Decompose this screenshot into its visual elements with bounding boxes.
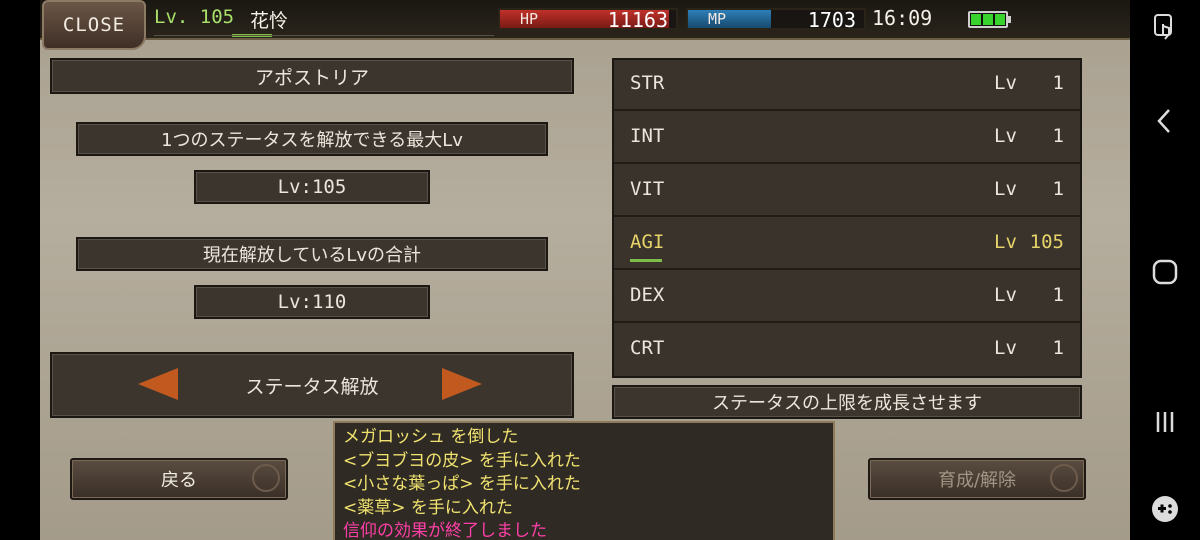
clock: 16:09 [872,6,933,30]
close-button[interactable]: CLOSE [42,0,146,50]
stat-lv-label: Lv [994,72,1017,94]
player-level: Lv. 105 [154,6,235,28]
hp-label: HP [520,10,539,28]
stat-name: AGI [630,231,665,253]
recents-nav-icon[interactable] [1130,408,1200,440]
max-level-value: Lv:105 [194,170,430,204]
log-line: <薬草> を手に入れた [343,497,513,518]
stat-value: 105 [1029,231,1064,253]
home-nav-icon[interactable] [1130,258,1200,290]
train-release-button[interactable]: 育成/解除 [868,458,1086,500]
stat-value: 1 [1052,178,1064,200]
status-header: Lv. 105 花怜 HP 11163 MP 1703 16:09 [40,0,1130,40]
total-level-label: 現在解放しているLvの合計 [76,237,548,271]
screen-touch-icon[interactable] [1130,12,1200,46]
stat-value: 1 [1052,72,1064,94]
stat-row-int[interactable]: INT Lv 1 [614,113,1080,164]
hp-value: 11163 [607,8,668,32]
stat-value: 1 [1052,125,1064,147]
prev-mode-arrow-icon[interactable] [138,368,178,400]
log-line: <小さな葉っぱ> を手に入れた [343,474,581,494]
back-button-label: 戻る [161,470,197,491]
game-tools-icon[interactable] [1130,494,1200,528]
screen-left-border [0,0,40,540]
log-line-alert: 信仰の効果が終了しました [343,521,547,540]
stat-lv-label: Lv [994,231,1017,253]
mode-label: ステータス解放 [245,375,379,398]
stat-row-dex[interactable]: DEX Lv 1 [614,272,1080,323]
stat-lv-label: Lv [994,178,1017,200]
hp-gauge: HP 11163 [498,8,678,32]
battery-nub [1008,16,1011,23]
stat-name: CRT [630,337,665,359]
stat-name: STR [630,72,665,94]
stat-name: DEX [630,284,665,306]
name-divider [154,35,494,36]
stat-value: 1 [1052,284,1064,306]
stats-list: STR Lv 1 INT Lv 1 VIT Lv 1 AGI Lv 105 DE… [612,58,1082,378]
mp-gauge-fill [688,10,771,28]
game-screen: Lv. 105 花怜 HP 11163 MP 1703 16:09 CLOSE … [40,0,1130,540]
system-nav-bar [1130,0,1200,540]
next-mode-arrow-icon[interactable] [442,368,482,400]
mp-label: MP [708,10,727,28]
mode-selector: ステータス解放 [50,352,574,418]
stat-description: ステータスの上限を成長させます [612,385,1082,419]
log-line: <ブヨブヨの皮> を手に入れた [343,450,581,471]
stat-row-vit[interactable]: VIT Lv 1 [614,166,1080,217]
selected-underline [630,259,662,262]
back-nav-icon[interactable] [1130,106,1200,140]
stat-lv-label: Lv [994,337,1017,359]
stat-name: INT [630,125,665,147]
stat-row-str[interactable]: STR Lv 1 [614,60,1080,111]
swirl-ornament-icon [1050,464,1078,492]
stat-lv-label: Lv [994,125,1017,147]
mp-gauge: MP 1703 [686,8,866,32]
battle-log: メガロッシュ を倒した <ブヨブヨの皮> を手に入れた <小さな葉っぱ> を手に… [333,421,835,540]
character-name: 花怜 [250,10,289,32]
max-level-label: 1つのステータスを解放できる最大Lv [76,122,548,156]
stat-name: VIT [630,178,665,200]
stat-row-agi[interactable]: AGI Lv 105 [614,219,1080,270]
swirl-ornament-icon [252,464,280,492]
skill-title: アポストリア [50,58,574,94]
battery-icon [968,11,1008,28]
stat-value: 1 [1052,337,1064,359]
back-button[interactable]: 戻る [70,458,288,500]
stat-lv-label: Lv [994,284,1017,306]
mp-value: 1703 [807,8,856,32]
train-release-label: 育成/解除 [937,470,1017,491]
stat-row-crt[interactable]: CRT Lv 1 [614,325,1080,376]
total-level-value: Lv:110 [194,285,430,319]
log-line: メガロッシュ を倒した [343,427,519,447]
